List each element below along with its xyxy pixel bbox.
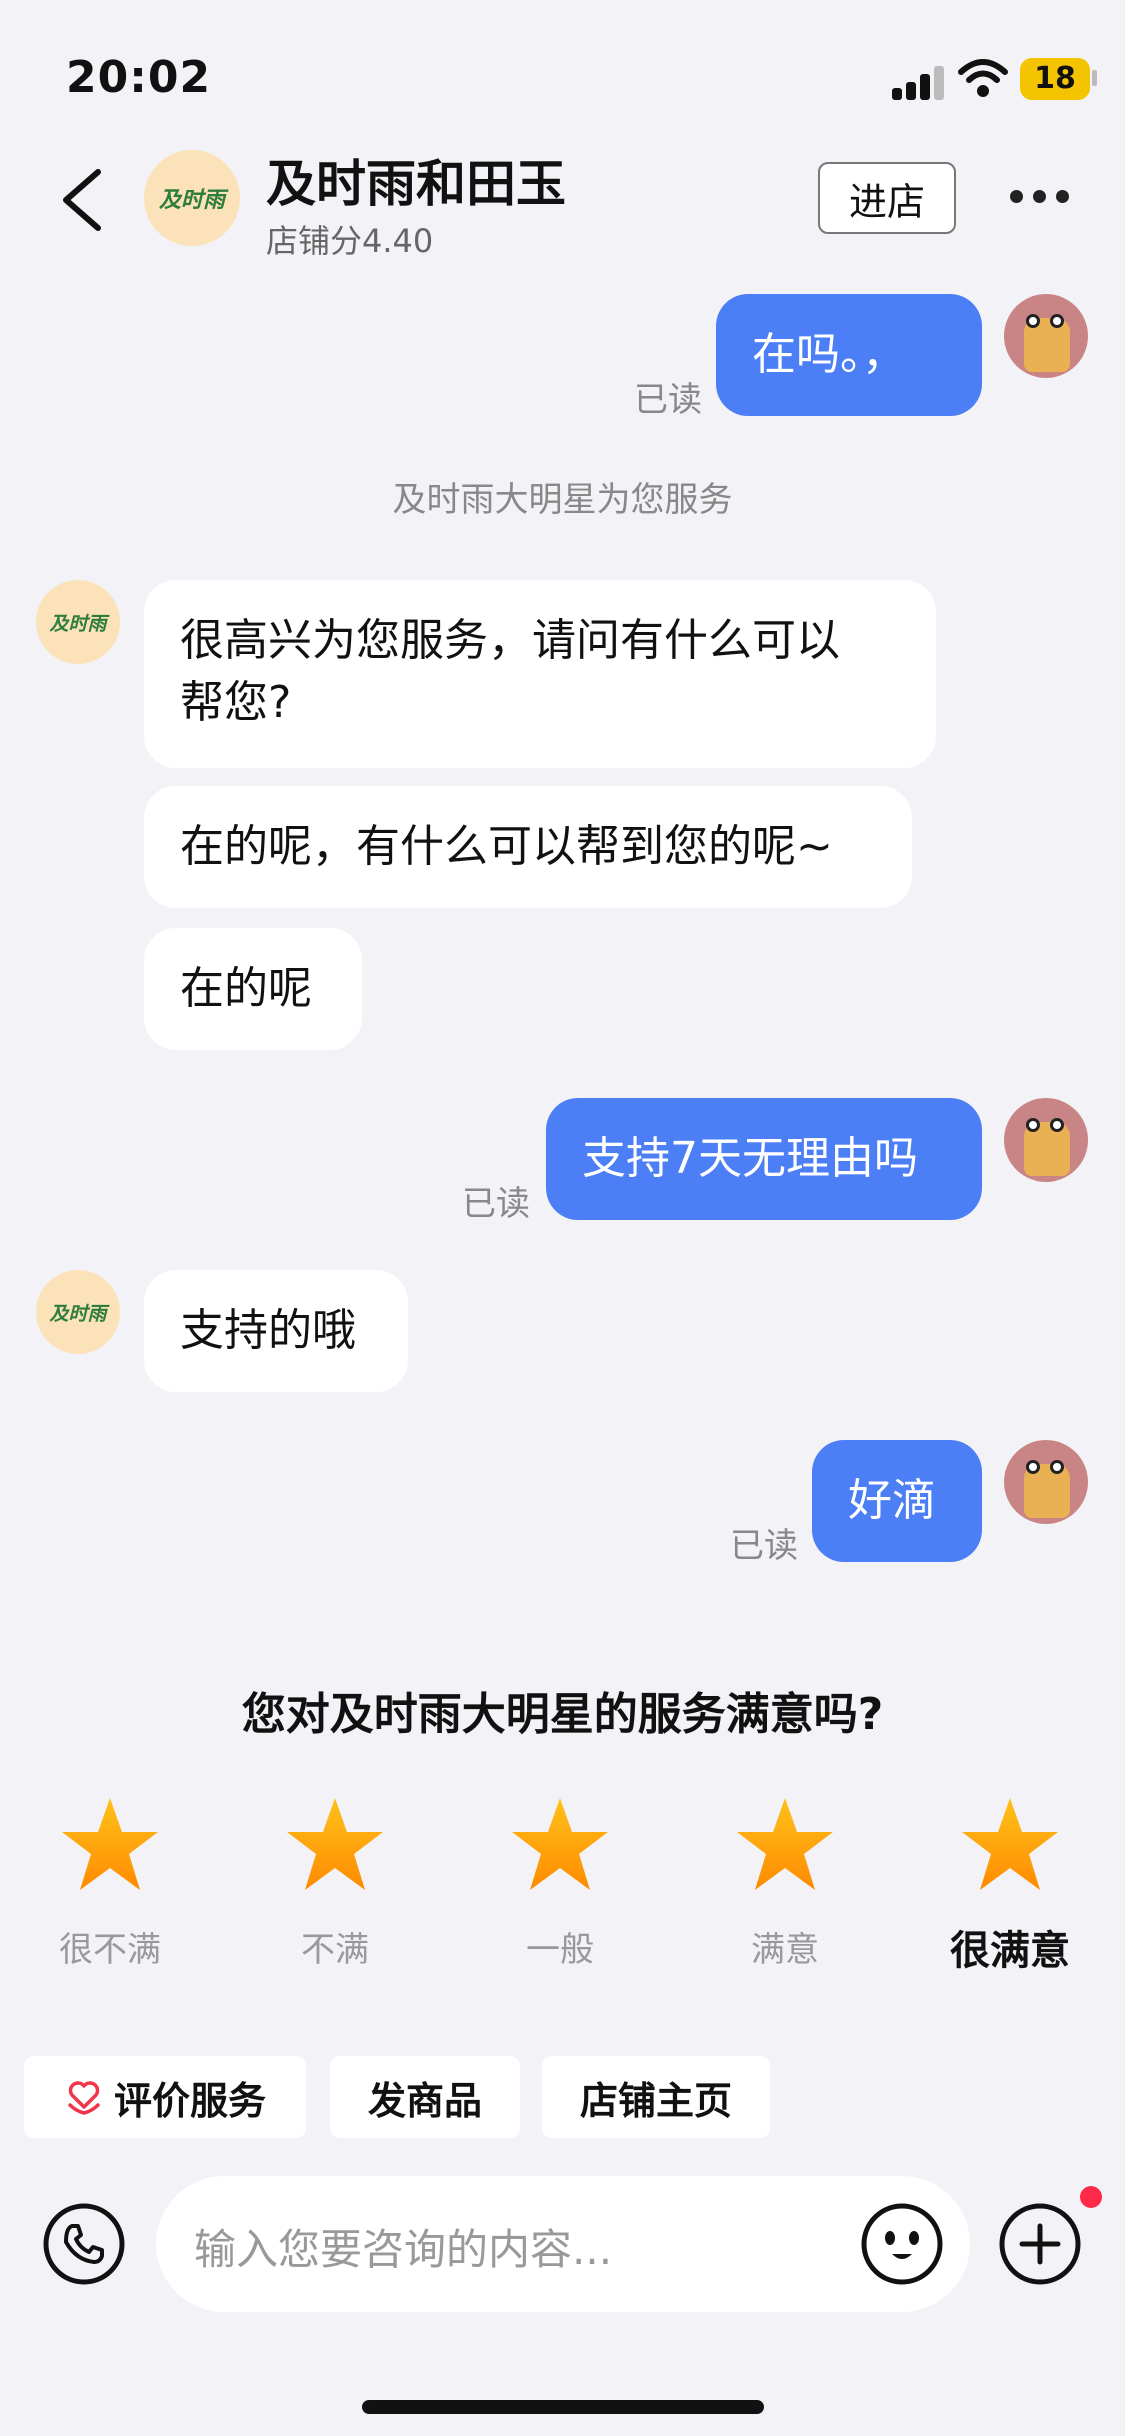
send-product-button[interactable]: 发商品 bbox=[330, 2056, 520, 2138]
incoming-message[interactable]: 很高兴为您服务，请问有什么可以 帮您? bbox=[144, 580, 936, 768]
more-options-icon[interactable] bbox=[1010, 190, 1070, 204]
star-icon[interactable] bbox=[735, 1796, 835, 1892]
read-receipt: 已读 bbox=[730, 1526, 798, 1566]
read-receipt: 已读 bbox=[462, 1184, 530, 1224]
enter-shop-button[interactable]: 进店 bbox=[818, 162, 956, 234]
user-avatar[interactable] bbox=[1004, 294, 1088, 378]
shop-avatar-logo: 及时雨 bbox=[158, 187, 225, 213]
message-line: 很高兴为您服务，请问有什么可以 bbox=[180, 615, 840, 666]
rating-question: 您对及时雨大明星的服务满意吗? bbox=[241, 1689, 884, 1740]
outgoing-message[interactable]: 支持7天无理由吗 bbox=[546, 1098, 982, 1220]
rating-label-satisfied[interactable]: 满意 bbox=[695, 1922, 875, 1971]
star-icon[interactable] bbox=[60, 1796, 160, 1892]
incoming-message[interactable]: 支持的哦 bbox=[144, 1270, 408, 1392]
battery-indicator: 18 bbox=[1020, 58, 1090, 100]
star-icon[interactable] bbox=[960, 1796, 1060, 1892]
input-placeholder: 输入您要咨询的内容... bbox=[194, 2225, 613, 2274]
signal-icon bbox=[892, 66, 946, 100]
notification-dot bbox=[1080, 2186, 1102, 2208]
shop-avatar[interactable]: 及时雨 bbox=[144, 150, 240, 246]
star-icon[interactable] bbox=[285, 1796, 385, 1892]
rating-label-dissatisfied[interactable]: 不满 bbox=[245, 1922, 425, 1971]
plus-icon[interactable] bbox=[998, 2202, 1082, 2286]
rating-label-very-dissatisfied[interactable]: 很不满 bbox=[20, 1922, 200, 1971]
rating-label-very-satisfied[interactable]: 很满意 bbox=[920, 1918, 1100, 1976]
outgoing-message[interactable]: 好滴 bbox=[812, 1440, 982, 1562]
message-line: 帮您? bbox=[180, 677, 292, 728]
agent-avatar[interactable]: 及时雨 bbox=[36, 580, 120, 664]
user-avatar[interactable] bbox=[1004, 1098, 1088, 1182]
shop-name[interactable]: 及时雨和田玉 bbox=[266, 144, 566, 216]
user-avatar[interactable] bbox=[1004, 1440, 1088, 1524]
heart-hand-icon bbox=[68, 2081, 100, 2115]
incoming-message[interactable]: 在的呢，有什么可以帮到您的呢~ bbox=[144, 786, 912, 908]
wifi-icon bbox=[958, 59, 1008, 97]
agent-avatar-logo: 及时雨 bbox=[49, 612, 107, 635]
status-time: 20:02 bbox=[66, 52, 212, 103]
rate-service-button[interactable]: 评价服务 bbox=[24, 2056, 306, 2138]
shop-homepage-button[interactable]: 店铺主页 bbox=[542, 2056, 770, 2138]
shop-score: 店铺分4.40 bbox=[266, 222, 434, 260]
message-input[interactable]: 输入您要咨询的内容... bbox=[156, 2176, 970, 2312]
outgoing-message[interactable]: 在吗。， bbox=[716, 294, 982, 416]
star-icon[interactable] bbox=[510, 1796, 610, 1892]
agent-avatar[interactable]: 及时雨 bbox=[36, 1270, 120, 1354]
service-agent-note: 及时雨大明星为您服务 bbox=[392, 480, 733, 520]
phone-icon[interactable] bbox=[42, 2202, 126, 2286]
battery-tip bbox=[1092, 70, 1097, 86]
chip-label: 评价服务 bbox=[113, 2078, 266, 2123]
back-arrow-icon[interactable] bbox=[58, 168, 106, 232]
read-receipt: 已读 bbox=[634, 380, 702, 420]
emoji-icon[interactable] bbox=[860, 2202, 944, 2286]
home-indicator[interactable] bbox=[362, 2400, 764, 2414]
rating-label-neutral[interactable]: 一般 bbox=[470, 1922, 650, 1971]
incoming-message[interactable]: 在的呢 bbox=[144, 928, 362, 1050]
agent-avatar-logo: 及时雨 bbox=[49, 1302, 107, 1325]
